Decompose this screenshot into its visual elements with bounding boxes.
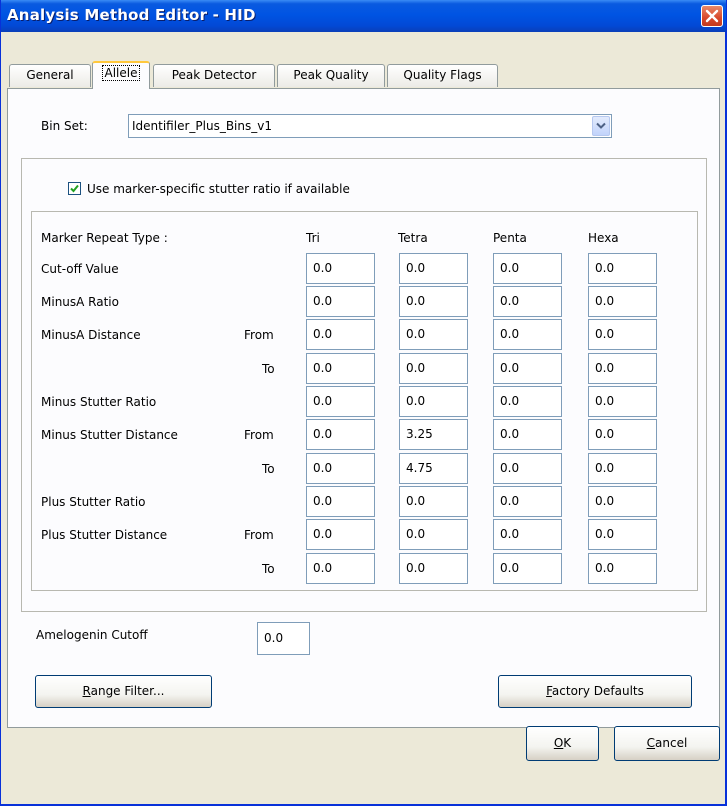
tab-general[interactable]: General — [9, 64, 91, 87]
title-bar[interactable]: Analysis Method Editor - HID — [1, 0, 726, 32]
minusa-ratio-penta-field[interactable]: 0.0 — [493, 286, 562, 317]
minus-stutter-distance-from-penta-field[interactable]: 0.0 — [493, 419, 562, 450]
plus-stutter-ratio-hexa-field[interactable]: 0.0 — [588, 486, 657, 517]
bin-set-label: Bin Set: — [41, 119, 88, 133]
minus-stutter-distance-from-hexa-field[interactable]: 0.0 — [588, 419, 657, 450]
window-title: Analysis Method Editor - HID — [7, 6, 256, 24]
row-label-plus-stutter-ratio: Plus Stutter Ratio — [41, 495, 146, 509]
ok-label: K — [563, 736, 572, 750]
tab-allele-label: Allele — [101, 65, 141, 81]
row-sublabel-from: From — [244, 328, 274, 342]
plus-stutter-distance-from-hexa-field[interactable]: 0.0 — [588, 519, 657, 550]
plus-stutter-distance-to-tri-field[interactable]: 0.0 — [306, 553, 375, 584]
close-button[interactable] — [701, 5, 723, 27]
plus-stutter-ratio-tri-field[interactable]: 0.0 — [306, 486, 375, 517]
minusa-ratio-tetra-field[interactable]: 0.0 — [399, 286, 468, 317]
minusa-ratio-hexa-field[interactable]: 0.0 — [588, 286, 657, 317]
row-label-minusa-distance: MinusA Distance — [41, 328, 141, 342]
minus-stutter-ratio-penta-field[interactable]: 0.0 — [493, 386, 562, 417]
minus-stutter-ratio-hexa-field[interactable]: 0.0 — [588, 386, 657, 417]
range-filter-mnemonic: R — [82, 684, 91, 698]
stutter-ratio-checkbox-label: Use marker-specific stutter ratio if ava… — [87, 182, 350, 196]
minusa-distance-to-tri-field[interactable]: 0.0 — [306, 353, 375, 384]
row-label-minus-stutter-distance: Minus Stutter Distance — [41, 428, 178, 442]
close-icon — [705, 9, 719, 23]
minus-stutter-distance-to-tri-field[interactable]: 0.0 — [306, 453, 375, 484]
range-filter-label: ange Filter... — [90, 684, 165, 698]
ok-button[interactable]: OK — [526, 726, 599, 761]
dialog-window: Analysis Method Editor - HID General All… — [0, 0, 727, 806]
stutter-ratio-checkbox[interactable] — [68, 182, 81, 195]
minus-stutter-ratio-tetra-field[interactable]: 0.0 — [399, 386, 468, 417]
minus-stutter-distance-to-penta-field[interactable]: 0.0 — [493, 453, 562, 484]
tab-peak-quality[interactable]: Peak Quality — [277, 64, 385, 87]
factory-defaults-button[interactable]: Factory Defaults — [498, 675, 692, 708]
minus-stutter-ratio-tri-field[interactable]: 0.0 — [306, 386, 375, 417]
tab-peak-detector-label: Peak Detector — [171, 68, 257, 82]
plus-stutter-distance-from-penta-field[interactable]: 0.0 — [493, 519, 562, 550]
column-header-tri: Tri — [306, 231, 320, 245]
cancel-mnemonic: C — [646, 736, 656, 750]
minus-stutter-distance-from-tri-field[interactable]: 0.0 — [306, 419, 375, 450]
minusa-distance-from-tetra-field[interactable]: 0.0 — [399, 319, 468, 350]
plus-stutter-distance-to-penta-field[interactable]: 0.0 — [493, 553, 562, 584]
row-label-cutoff-value: Cut-off Value — [41, 262, 119, 276]
minusa-distance-from-hexa-field[interactable]: 0.0 — [588, 319, 657, 350]
plus-stutter-distance-to-tetra-field[interactable]: 0.0 — [399, 553, 468, 584]
column-header-hexa: Hexa — [588, 231, 619, 245]
plus-stutter-ratio-tetra-field[interactable]: 0.0 — [399, 486, 468, 517]
cutoff-tri-field[interactable]: 0.0 — [306, 253, 375, 284]
tab-quality-flags[interactable]: Quality Flags — [387, 64, 498, 87]
tab-allele[interactable]: Allele — [92, 61, 150, 89]
marker-repeat-type-label: Marker Repeat Type : — [41, 231, 168, 245]
minus-stutter-distance-to-hexa-field[interactable]: 0.0 — [588, 453, 657, 484]
minusa-distance-to-penta-field[interactable]: 0.0 — [493, 353, 562, 384]
cutoff-penta-field[interactable]: 0.0 — [493, 253, 562, 284]
minusa-distance-from-tri-field[interactable]: 0.0 — [306, 319, 375, 350]
minusa-distance-to-hexa-field[interactable]: 0.0 — [588, 353, 657, 384]
cancel-label: ancel — [655, 736, 688, 750]
plus-stutter-distance-to-hexa-field[interactable]: 0.0 — [588, 553, 657, 584]
plus-stutter-distance-from-tetra-field[interactable]: 0.0 — [399, 519, 468, 550]
factory-defaults-label: actory Defaults — [551, 684, 644, 698]
minus-stutter-distance-from-tetra-field[interactable]: 3.25 — [399, 419, 468, 450]
bin-set-dropdown[interactable]: Identifiler_Plus_Bins_v1 — [128, 114, 612, 138]
cancel-button[interactable]: Cancel — [614, 726, 720, 761]
cutoff-hexa-field[interactable]: 0.0 — [588, 253, 657, 284]
cutoff-tetra-field[interactable]: 0.0 — [399, 253, 468, 284]
row-label-minusa-ratio: MinusA Ratio — [41, 295, 119, 309]
column-header-penta: Penta — [493, 231, 527, 245]
row-sublabel-to: To — [262, 362, 275, 376]
row-sublabel-from: From — [244, 428, 274, 442]
tab-peak-quality-label: Peak Quality — [293, 68, 369, 82]
plus-stutter-distance-from-tri-field[interactable]: 0.0 — [306, 519, 375, 550]
row-label-plus-stutter-distance: Plus Stutter Distance — [41, 528, 168, 542]
tab-peak-detector[interactable]: Peak Detector — [153, 64, 275, 87]
amelogenin-cutoff-label: Amelogenin Cutoff — [36, 628, 148, 642]
minusa-distance-to-tetra-field[interactable]: 0.0 — [399, 353, 468, 384]
bin-set-value: Identifiler_Plus_Bins_v1 — [132, 119, 272, 133]
checkmark-icon — [70, 184, 79, 193]
minusa-ratio-tri-field[interactable]: 0.0 — [306, 286, 375, 317]
tab-quality-flags-label: Quality Flags — [403, 68, 482, 82]
range-filter-button[interactable]: Range Filter... — [35, 675, 212, 708]
dropdown-button[interactable] — [592, 116, 610, 136]
chevron-down-icon — [596, 122, 606, 129]
tab-general-label: General — [26, 68, 74, 82]
amelogenin-cutoff-field[interactable]: 0.0 — [257, 622, 310, 655]
minusa-distance-from-penta-field[interactable]: 0.0 — [493, 319, 562, 350]
row-sublabel-to: To — [262, 462, 275, 476]
plus-stutter-ratio-penta-field[interactable]: 0.0 — [493, 486, 562, 517]
minus-stutter-distance-to-tetra-field[interactable]: 4.75 — [399, 453, 468, 484]
row-label-minus-stutter-ratio: Minus Stutter Ratio — [41, 395, 157, 409]
row-sublabel-to: To — [262, 562, 275, 576]
column-header-tetra: Tetra — [398, 231, 428, 245]
ok-mnemonic: O — [553, 736, 564, 750]
row-sublabel-from: From — [244, 528, 274, 542]
